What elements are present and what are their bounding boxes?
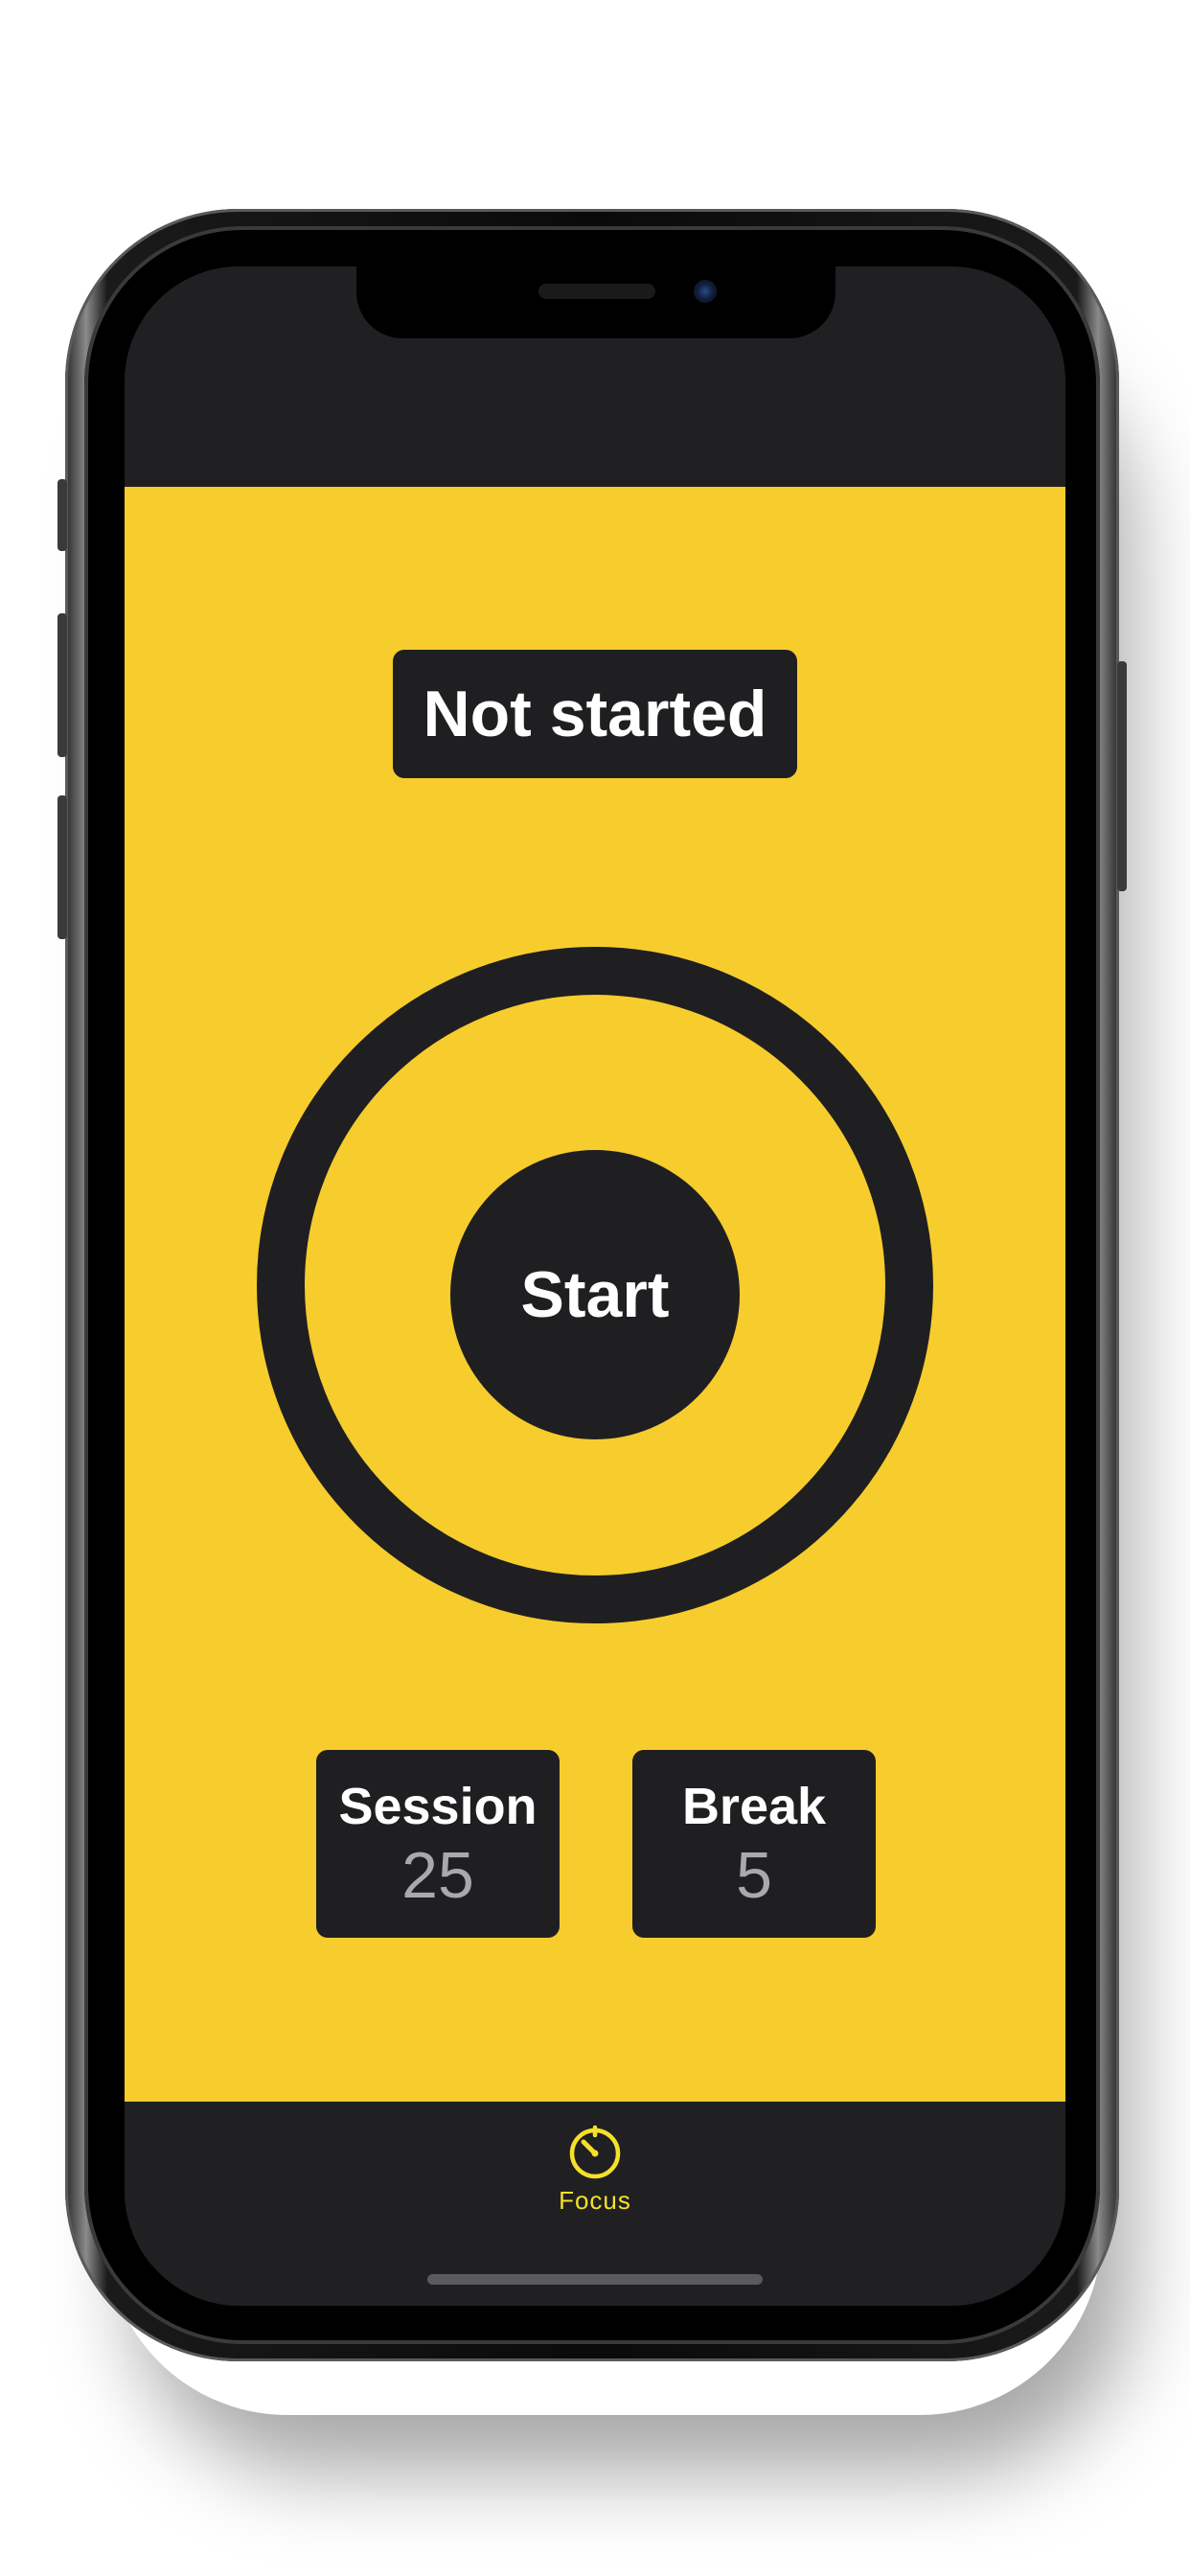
status-label: Not started	[393, 650, 797, 778]
screen: Not started Start Session 25 Break 5 Foc…	[125, 266, 1065, 2306]
timer-icon	[569, 2125, 621, 2179]
speaker-grille	[538, 284, 655, 299]
power-button	[1117, 661, 1127, 891]
device-mockup: Not started Start Session 25 Break 5 Foc…	[0, 0, 1190, 2576]
break-length-card[interactable]: Break 5	[632, 1750, 876, 1938]
session-title: Session	[338, 1778, 538, 1835]
notch	[356, 266, 835, 338]
volume-up-button	[57, 613, 67, 757]
front-camera	[694, 280, 717, 303]
tab-bar: Focus	[125, 2102, 1065, 2306]
start-button[interactable]: Start	[450, 1150, 740, 1439]
tab-focus-label: Focus	[559, 2186, 631, 2215]
volume-down-button	[57, 795, 67, 939]
session-length-card[interactable]: Session 25	[316, 1750, 560, 1938]
mute-switch	[57, 479, 67, 551]
session-value: 25	[401, 1839, 474, 1912]
tab-focus[interactable]: Focus	[538, 2123, 652, 2228]
break-title: Break	[681, 1778, 827, 1835]
break-value: 5	[736, 1839, 772, 1912]
home-indicator[interactable]	[427, 2274, 763, 2285]
timer-view: Not started Start Session 25 Break 5	[125, 487, 1065, 2102]
